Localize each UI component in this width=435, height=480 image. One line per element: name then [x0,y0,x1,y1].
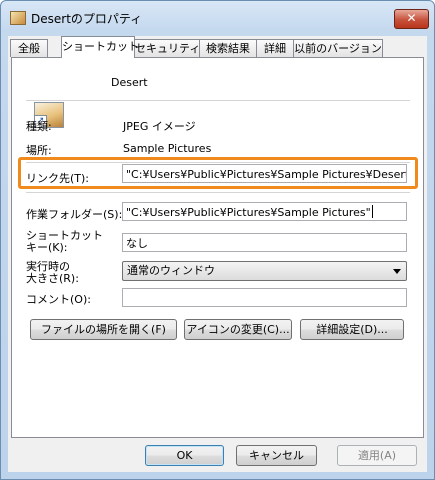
comment-label: コメント(O): [26,293,91,306]
window-title: Desertのプロパティ [31,12,143,26]
open-file-location-button[interactable]: ファイルの場所を開く(F) [30,319,177,340]
title-bar[interactable]: Desertのプロパティ ✕ [1,1,434,35]
run-size-selected-value: 通常のウィンドウ [127,264,215,277]
working-folder-input[interactable]: "C:¥Users¥Public¥Pictures¥Sample Picture… [122,202,407,221]
separator [26,162,410,163]
shortcut-key-label-line2: キー(K): [26,241,68,254]
location-value: Sample Pictures [123,142,212,155]
tab-security[interactable]: セキュリティ [134,39,200,57]
tab-search-results[interactable]: 検索結果 [199,39,257,57]
tab-previous-versions[interactable]: 以前のバージョン [293,39,383,57]
type-label: 種類: [26,120,52,133]
target-label: リンク先(T): [26,172,90,185]
chevron-down-icon [393,269,401,274]
file-name: Desert [111,76,148,89]
run-size-label-line2: 大きさ(R): [26,272,79,285]
ok-button[interactable]: OK [145,445,224,466]
separator [26,100,410,101]
advanced-settings-button[interactable]: 詳細設定(D)... [300,319,404,340]
location-label: 場所: [26,144,52,157]
text-caret [371,205,373,218]
properties-window: Desertのプロパティ ✕ 全般 ショートカット セキュリティ 検索結果 詳細… [0,0,435,480]
working-folder-value: "C:¥Users¥Public¥Pictures¥Sample Picture… [126,206,371,219]
cancel-button[interactable]: キャンセル [236,445,317,466]
working-folder-label: 作業フォルダー(S): [26,208,123,221]
tab-details[interactable]: 詳細 [256,39,294,57]
tab-shortcut[interactable]: ショートカット [61,36,139,58]
run-size-select[interactable]: 通常のウィンドウ [122,261,407,281]
close-button[interactable]: ✕ [394,9,429,29]
change-icon-button[interactable]: アイコンの変更(C)... [184,319,292,340]
jpeg-file-icon [10,11,26,25]
apply-button[interactable]: 適用(A) [337,445,417,466]
shortcut-key-input[interactable]: なし [122,233,407,252]
separator [26,192,410,193]
tab-strip: 全般 ショートカット セキュリティ 検索結果 詳細 以前のバージョン [8,36,427,58]
dialog-client-area: 全般 ショートカット セキュリティ 検索結果 詳細 以前のバージョン ↗ Des… [8,36,427,472]
type-value: JPEG イメージ [123,120,196,133]
comment-input[interactable] [122,288,407,307]
shortcut-tab-panel: ↗ Desert 種類: JPEG イメージ 場所: Sample Pictur… [11,57,424,438]
target-input[interactable]: "C:¥Users¥Public¥Pictures¥Sample Picture… [122,164,407,183]
tab-general[interactable]: 全般 [10,39,48,57]
